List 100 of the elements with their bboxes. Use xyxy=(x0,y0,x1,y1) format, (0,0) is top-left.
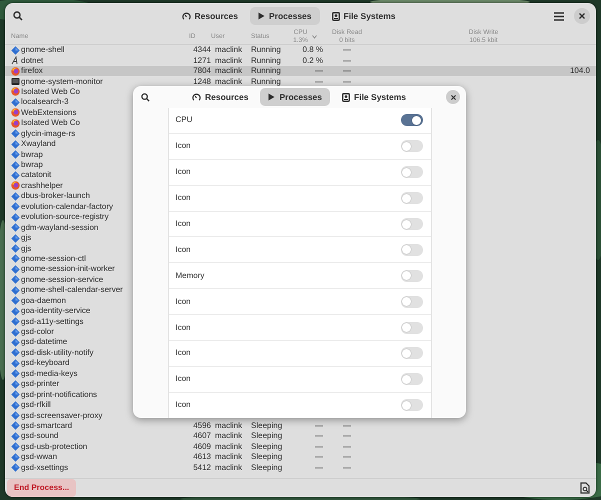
process-name: gdm-wayland-session xyxy=(21,222,98,233)
close-button[interactable] xyxy=(574,8,590,24)
table-cell: — xyxy=(315,420,323,430)
table-cell: maclink xyxy=(215,462,242,472)
setting-label: Icon xyxy=(176,322,191,334)
tab[interactable]: File Systems xyxy=(334,88,414,106)
process-name: gsd-disk-utility-notify xyxy=(21,348,94,358)
globe-icon xyxy=(11,181,20,190)
gauge-icon xyxy=(192,92,201,102)
diamond-icon xyxy=(11,223,20,232)
process-name: WebExtensions xyxy=(21,108,76,118)
process-name: gnome-shell xyxy=(21,45,65,56)
process-name: gnome-session-ctl xyxy=(21,254,86,264)
toggle-switch[interactable] xyxy=(400,373,422,386)
table-cell: Running xyxy=(251,66,281,76)
table-cell: maclink xyxy=(215,442,242,451)
process-name: gsd-usb-protection xyxy=(21,442,88,452)
toggle-switch[interactable] xyxy=(400,296,422,308)
toggle-switch[interactable] xyxy=(400,399,422,412)
close-icon xyxy=(579,13,585,19)
document-icon[interactable] xyxy=(578,480,592,496)
tab[interactable]: Resources xyxy=(174,6,246,26)
setting-label: Icon xyxy=(176,192,191,204)
table-cell: maclink xyxy=(215,66,242,76)
table-cell: — xyxy=(343,431,351,440)
process-name: gjs xyxy=(21,244,32,254)
process-name: gsd-a11y-settings xyxy=(21,316,84,327)
close-button[interactable] xyxy=(446,90,460,104)
diamond-icon xyxy=(11,390,20,400)
table-cell: 5412 xyxy=(193,462,211,472)
diamond-icon xyxy=(11,98,20,107)
table-cell: — xyxy=(343,420,351,430)
table-cell: — xyxy=(343,56,351,65)
glyph-icon xyxy=(11,56,20,66)
table-cell: — xyxy=(315,431,323,440)
table-cell: Sleeping xyxy=(251,462,282,472)
process-name: glycin-image-rs xyxy=(21,128,76,139)
process-name: gjs xyxy=(21,233,32,244)
tab[interactable]: Resources xyxy=(184,88,256,106)
globe-icon xyxy=(11,118,20,128)
table-cell: — xyxy=(343,442,351,451)
table-cell: 4613 xyxy=(193,452,211,462)
tab[interactable]: File Systems xyxy=(324,6,404,26)
table-cell: — xyxy=(315,452,323,462)
diamond-icon xyxy=(11,150,20,160)
search-button[interactable] xyxy=(139,90,152,104)
globe-icon xyxy=(11,87,20,96)
table-cell: Sleeping xyxy=(251,431,282,440)
toggle-switch[interactable] xyxy=(400,270,422,282)
setting-label: Icon xyxy=(176,347,191,360)
diamond-icon xyxy=(11,244,20,254)
process-name: gnome-session-service xyxy=(21,274,104,285)
globe-icon xyxy=(11,66,20,76)
toggle-switch[interactable] xyxy=(400,218,422,230)
search-button[interactable] xyxy=(11,9,25,23)
process-name: gnome-system-monitor xyxy=(21,76,103,87)
process-name: evolution-calendar-factory xyxy=(21,202,114,212)
table-cell: Sleeping xyxy=(251,452,282,462)
diamond-icon xyxy=(11,380,20,389)
diamond-icon xyxy=(11,338,20,347)
diamond-icon xyxy=(11,442,20,452)
process-name: dotnet xyxy=(21,56,44,66)
table-cell: 4609 xyxy=(193,442,211,451)
table-cell: — xyxy=(343,452,351,462)
globe-icon xyxy=(11,108,20,118)
toggle-switch[interactable] xyxy=(400,244,422,256)
play-icon xyxy=(258,12,265,20)
process-name: gsd-xsettings xyxy=(21,462,68,473)
tab[interactable]: Processes xyxy=(250,6,320,26)
process-name: gsd-printer xyxy=(21,379,60,390)
diamond-icon xyxy=(11,432,20,441)
table-cell: maclink xyxy=(215,45,242,54)
process-name: gnome-shell-calendar-server xyxy=(21,285,123,296)
end-process-button[interactable]: End Process... xyxy=(7,479,76,497)
process-name: gsd-color xyxy=(21,327,54,338)
diamond-icon xyxy=(11,286,20,295)
process-name: firefox xyxy=(21,66,43,76)
process-name: Isolated Web Co xyxy=(21,86,80,97)
diamond-icon xyxy=(11,264,20,274)
toggle-switch[interactable] xyxy=(400,114,422,126)
diamond-icon xyxy=(11,275,20,284)
toggle-switch[interactable] xyxy=(400,192,422,204)
toggle-switch[interactable] xyxy=(400,347,422,360)
toggle-switch[interactable] xyxy=(400,166,422,178)
table-cell: — xyxy=(343,76,351,86)
setting-label: Icon xyxy=(176,373,191,386)
menu-button[interactable] xyxy=(552,10,566,22)
diamond-icon xyxy=(11,328,20,337)
diamond-icon xyxy=(11,202,20,212)
table-cell: maclink xyxy=(215,431,242,440)
process-name: gsd-keyboard xyxy=(21,358,70,368)
table-cell: — xyxy=(343,66,351,76)
toggle-switch[interactable] xyxy=(400,322,422,334)
tab[interactable]: Processes xyxy=(260,88,330,106)
table-cell: Sleeping xyxy=(251,442,282,451)
process-name: gsd-wwan xyxy=(21,452,58,462)
toggle-switch[interactable] xyxy=(400,140,422,152)
process-name: gsd-rfkill xyxy=(21,400,51,410)
process-name: gsd-print-notifications xyxy=(21,390,98,400)
process-name: dbus-broker-launch xyxy=(21,191,90,202)
